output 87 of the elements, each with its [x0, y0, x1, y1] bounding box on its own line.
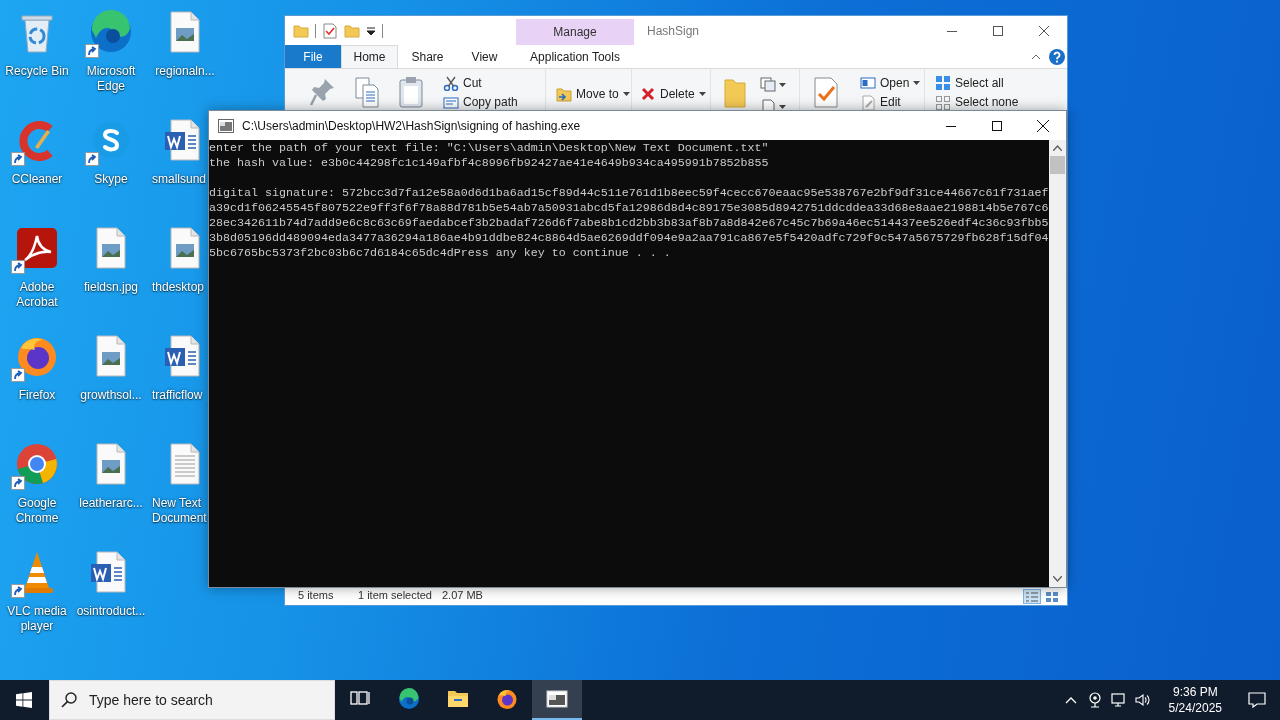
- firefox-icon: [495, 687, 519, 711]
- search-field[interactable]: Type here to search: [49, 680, 335, 720]
- cut-button[interactable]: Cut: [441, 72, 520, 94]
- select-none-button[interactable]: Select none: [933, 95, 1021, 110]
- selection-size: 2.07 MB: [442, 589, 483, 601]
- taskbar-app-button[interactable]: [532, 680, 582, 720]
- item-count: 5 items: [298, 589, 335, 601]
- dropdown-icon: [366, 25, 376, 36]
- icon-label: CCleaner: [11, 172, 63, 187]
- copy-path-button[interactable]: Copy path: [441, 95, 520, 110]
- console-output-line: 5bc6765bc5373f2bc03b6c7d6184c65dc4dPress any key to continue . . .: [209, 246, 672, 261]
- console-output-line: a39cd1f06245545f807522e9ff3f6f78a88d781b5e54ab7a50931abcd5fa12986d8d4c89175e3085d8942751ddcddea33d68e8aae2198814b5e767c6: [209, 201, 1049, 216]
- window-icon: [860, 75, 876, 91]
- console-output-line: 3b8d05196dd489094eda3477a36294a186ae4b91ddbe824c8864d5ae6269ddf094e9a2aa791ca867e5f5420adfc729f9c547a5675729fb628f15df04: [209, 231, 1049, 246]
- ribbon-tab[interactable]: Share: [398, 45, 457, 68]
- copy-icon: [353, 76, 381, 108]
- icon-label: Recycle Bin: [5, 64, 69, 79]
- clipboard-icon: [397, 76, 425, 108]
- ribbon-tab[interactable]: View: [457, 45, 512, 68]
- console-output-line: the hash value: e3b0c44298fc1c149afbf4c8996fb92427ae41e4649b934ca495991b7852b855: [209, 156, 770, 171]
- console-output-line: enter the path of your text file: "C:\Users\admin\Desktop\New Text Document.txt": [209, 141, 770, 156]
- select-all-button[interactable]: Select all: [933, 72, 1021, 94]
- new-folder-icon: [344, 22, 360, 39]
- icon-label: fieldsn.jpg: [83, 280, 138, 295]
- console-output-line: digital signature: 572bcc3d7fa12e58a0d6d1ba6ad15cf89d44c511e761d1b8eec59f4cecc670eaac95e538767e2bf9df31ce44667c61f731aef: [209, 186, 1049, 201]
- icon-label: Google Chrome: [14, 496, 60, 526]
- show-hidden-icons-icon: [1064, 696, 1077, 704]
- edge-icon: [397, 687, 421, 711]
- icon-label: Adobe Acrobat: [15, 280, 59, 310]
- speech-bubble-icon: [1248, 691, 1266, 709]
- grid-squares-icon: [935, 75, 951, 91]
- icon-label: smallsund: [151, 172, 208, 187]
- close-icon: [1037, 119, 1049, 132]
- icon-label: osintroduct...: [76, 604, 146, 619]
- clock-time: 9:36 PM: [1172, 684, 1218, 700]
- windows-logo-icon: [16, 692, 32, 708]
- maximize-icon: [993, 25, 1003, 36]
- help-icon: [1049, 48, 1065, 65]
- ribbon-tab[interactable]: File: [285, 45, 341, 68]
- search-icon: [61, 692, 77, 708]
- ribbon-tab[interactable]: Application Tools: [516, 45, 634, 68]
- scroll-up-icon: [1053, 145, 1062, 151]
- selection-info: 1 item selected: [358, 589, 432, 601]
- properties-check-icon: [812, 76, 840, 108]
- folder-arrow-icon: [556, 86, 572, 102]
- volume-icon: [1134, 692, 1151, 708]
- ribbon-tab[interactable]: Home: [341, 45, 398, 68]
- tiles-icon: [1046, 591, 1058, 602]
- maximize-icon: [992, 120, 1002, 131]
- icon-label: trafficflow: [151, 388, 204, 403]
- pin-icon: [309, 76, 337, 108]
- close-icon: [1039, 25, 1049, 36]
- folder-icon: [293, 22, 309, 39]
- edit-button[interactable]: Edit: [858, 95, 923, 110]
- icon-label: Microsoft Edge: [85, 64, 137, 94]
- icon-label: VLC media player: [6, 604, 68, 634]
- icon-label: Firefox: [18, 388, 56, 403]
- scissors-icon: [443, 75, 459, 91]
- collapse-ribbon-icon: [1031, 53, 1041, 60]
- move-to-button[interactable]: Move to: [554, 83, 632, 105]
- network-icon: [1110, 692, 1127, 708]
- window-title: C:\Users\admin\Desktop\HW2\HashSign\signing of hashing.exe: [242, 118, 581, 133]
- copy-to-icon: [759, 76, 787, 92]
- empty-squares-icon: [935, 95, 951, 111]
- console-output-line: 28ec342611b74d7add9e6c8c63c69faedabcef3b2badaf726d6f7abe8b1cd2bb3b83af8b7a8d842e67c45c7b69a46ec514437ee526edf4c36c93fbb5: [209, 216, 1049, 231]
- properties-check-icon: [322, 22, 338, 39]
- scroll-thumb[interactable]: [1050, 156, 1065, 174]
- delete-button[interactable]: Delete: [638, 83, 708, 105]
- cross-icon: [640, 86, 656, 102]
- webcam-icon: [1087, 692, 1102, 708]
- icon-label: New Text Document: [151, 496, 208, 526]
- clock-date: 5/24/2025: [1168, 700, 1222, 716]
- folder-icon: [723, 76, 747, 108]
- console-window-icon: [218, 118, 234, 133]
- icon-label: leatherarc...: [79, 496, 143, 511]
- console-window-icon: [545, 687, 569, 711]
- icon-label: growthsol...: [80, 388, 142, 403]
- details-list-icon: [1026, 591, 1038, 602]
- context-group-label: Manage: [516, 19, 634, 45]
- scroll-down-icon: [1053, 576, 1062, 582]
- icon-label: thdesktop: [151, 280, 206, 295]
- icon-label: Skype: [94, 172, 128, 187]
- icon-label: regionaln...: [155, 64, 215, 79]
- scrollbar[interactable]: [1049, 140, 1066, 587]
- open-button[interactable]: Open: [858, 72, 923, 94]
- tiles-view-button[interactable]: [1043, 589, 1061, 604]
- window-title: HashSign: [646, 23, 700, 38]
